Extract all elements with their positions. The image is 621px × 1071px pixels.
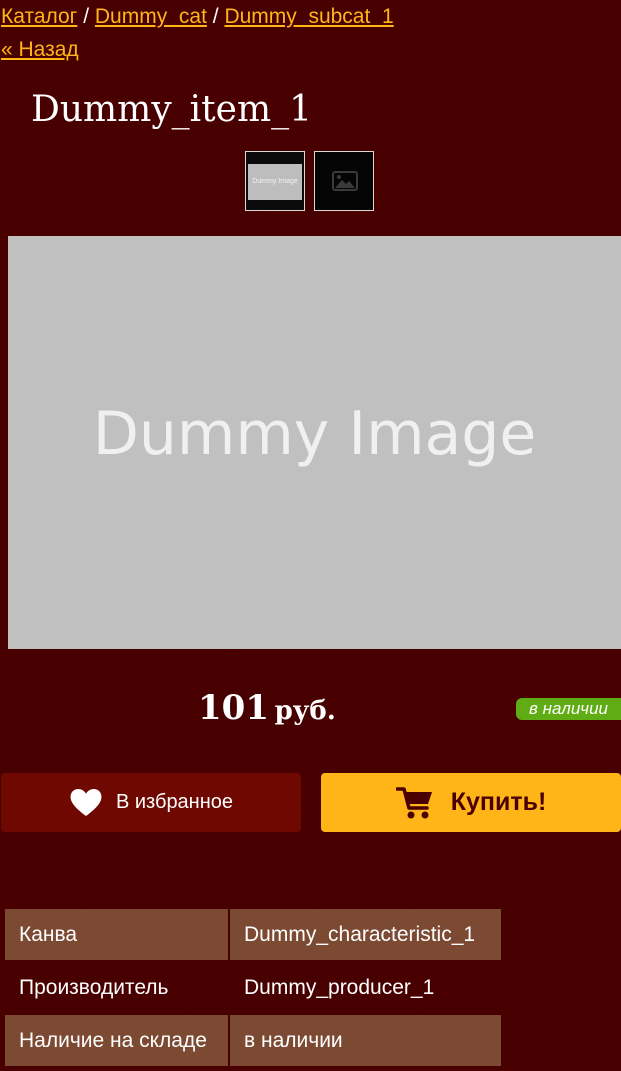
buy-label: Купить! [450, 788, 547, 816]
breadcrumb: Каталог / Dummy_cat / Dummy_subcat_1 [1, 4, 394, 30]
back-link[interactable]: « Назад [1, 37, 79, 63]
breadcrumb-link-catalog[interactable]: Каталог [1, 5, 77, 28]
spec-key: Наличие на складе [5, 1015, 228, 1066]
breadcrumb-separator: / [212, 5, 219, 28]
buy-button[interactable]: Купить! [321, 773, 621, 832]
stock-badge: в наличии [516, 698, 621, 720]
specifications-table: Канва Dummy_characteristic_1 Производите… [3, 907, 503, 1068]
heart-icon [70, 788, 102, 817]
add-to-favorites-button[interactable]: В избранное [1, 773, 301, 832]
thumbnail-1-label: Dummy Image [248, 164, 302, 200]
thumbnail-1[interactable]: Dummy Image [245, 151, 305, 211]
spec-value: в наличии [230, 1015, 501, 1066]
cart-icon [395, 786, 432, 818]
table-row: Наличие на складе в наличии [5, 1015, 501, 1066]
breadcrumb-link-subcategory[interactable]: Dummy_subcat_1 [224, 5, 393, 28]
main-image-placeholder-text: Dummy Image [92, 399, 537, 469]
breadcrumb-link-category[interactable]: Dummy_cat [95, 5, 207, 28]
image-icon [332, 171, 358, 191]
spec-value: Dummy_producer_1 [244, 975, 435, 999]
main-product-image[interactable]: Dummy Image [8, 236, 621, 649]
spec-key: Производитель [19, 975, 169, 999]
spec-key: Канва [5, 909, 228, 960]
thumbnail-2[interactable] [314, 151, 374, 211]
price-currency: руб. [274, 696, 336, 726]
price-value: 101 [198, 688, 269, 728]
favorites-label: В избранное [115, 791, 234, 813]
table-row: Канва Dummy_characteristic_1 [5, 909, 501, 960]
product-price: 101 руб. [198, 688, 336, 728]
table-row: Производитель Dummy_producer_1 [5, 962, 501, 1013]
spec-value: Dummy_characteristic_1 [230, 909, 501, 960]
product-title: Dummy_item_1 [31, 89, 312, 130]
breadcrumb-separator: / [83, 5, 90, 28]
